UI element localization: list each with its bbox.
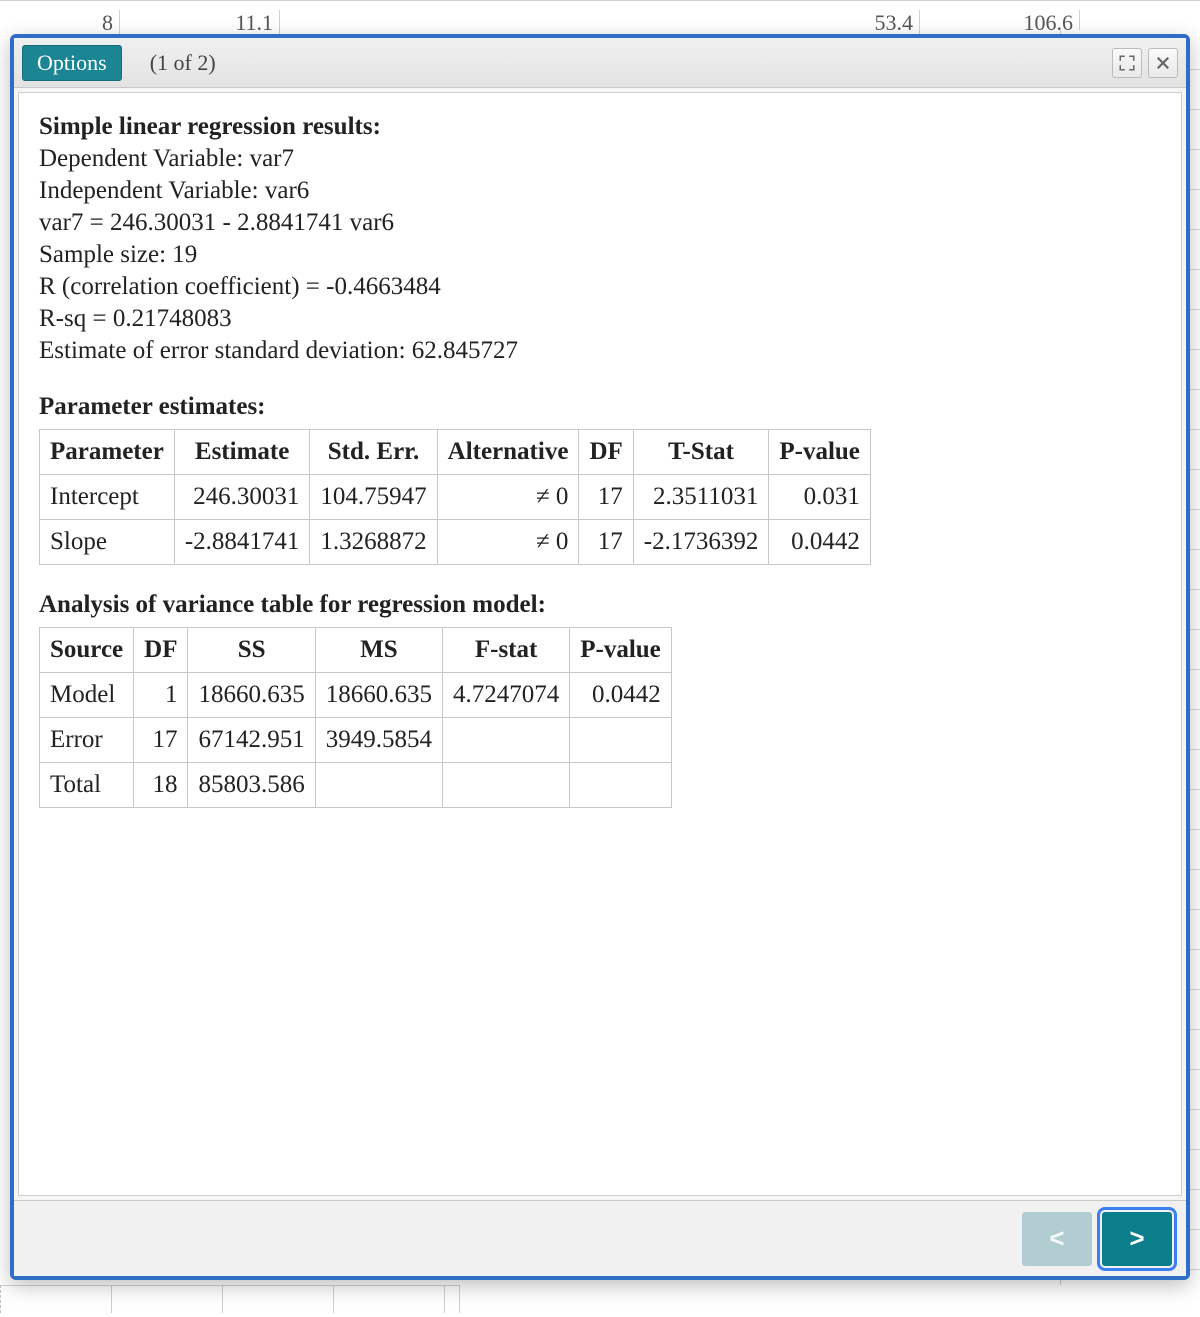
cell: Intercept — [40, 475, 175, 520]
table-row: Slope -2.8841741 1.3268872 ≠ 0 17 -2.173… — [40, 520, 871, 565]
parameter-estimates-table: Parameter Estimate Std. Err. Alternative… — [39, 429, 871, 565]
cell — [315, 763, 442, 808]
cell: 17 — [134, 718, 188, 763]
col-header: SS — [188, 628, 315, 673]
cell: 0.0442 — [570, 673, 672, 718]
cell: 1 — [134, 673, 188, 718]
cell: ≠ 0 — [437, 475, 579, 520]
cell: Total — [40, 763, 134, 808]
cell: 17 — [579, 475, 633, 520]
cell: Error — [40, 718, 134, 763]
err-sd-line: Estimate of error standard deviation: 62… — [39, 335, 1161, 367]
dep-var-line: Dependent Variable: var7 — [39, 143, 1161, 175]
col-header: DF — [579, 430, 633, 475]
cell: 17 — [579, 520, 633, 565]
anova-table: Source DF SS MS F-stat P-value Model 1 1… — [39, 627, 672, 808]
dialog-body: Simple linear regression results: Depend… — [18, 92, 1182, 1196]
table-row: Error 17 67142.951 3949.5854 — [40, 718, 672, 763]
cell — [570, 763, 672, 808]
col-header: Std. Err. — [310, 430, 437, 475]
page-indicator: (1 of 2) — [150, 50, 216, 76]
dialog-header: Options (1 of 2) — [14, 38, 1186, 88]
cell: -2.1736392 — [633, 520, 769, 565]
equation-line: var7 = 246.30031 - 2.8841741 var6 — [39, 207, 1161, 239]
cell — [570, 718, 672, 763]
cell: Model — [40, 673, 134, 718]
table-row: Model 1 18660.635 18660.635 4.7247074 0.… — [40, 673, 672, 718]
cell: -2.8841741 — [174, 520, 310, 565]
results-title: Simple linear regression results: — [39, 113, 381, 140]
cell: 104.75947 — [310, 475, 437, 520]
cell — [442, 718, 569, 763]
cell: ≠ 0 — [437, 520, 579, 565]
col-header: F-stat — [442, 628, 569, 673]
cell: 0.0442 — [769, 520, 871, 565]
col-header: Estimate — [174, 430, 310, 475]
cell — [442, 763, 569, 808]
prev-button[interactable]: < — [1022, 1212, 1092, 1266]
cell: 85803.586 — [188, 763, 315, 808]
cell: 0.031 — [769, 475, 871, 520]
rsq-line: R-sq = 0.21748083 — [39, 303, 1161, 335]
cell: Slope — [40, 520, 175, 565]
cell: 2.3511031 — [633, 475, 769, 520]
next-button[interactable]: > — [1102, 1212, 1172, 1266]
cell: 67142.951 — [188, 718, 315, 763]
options-button[interactable]: Options — [22, 45, 122, 81]
indep-var-line: Independent Variable: var6 — [39, 175, 1161, 207]
col-header: T-Stat — [633, 430, 769, 475]
col-header: Source — [40, 628, 134, 673]
col-header: MS — [315, 628, 442, 673]
cell: 4.7247074 — [442, 673, 569, 718]
r-line: R (correlation coefficient) = -0.4663484 — [39, 271, 1161, 303]
close-icon[interactable] — [1148, 48, 1178, 78]
cell: 3949.5854 — [315, 718, 442, 763]
expand-icon[interactable] — [1112, 48, 1142, 78]
cell: 18 — [134, 763, 188, 808]
dialog-footer: < > — [14, 1200, 1186, 1276]
param-section-title: Parameter estimates: — [39, 391, 1161, 423]
col-header: Alternative — [437, 430, 579, 475]
cell: 1.3268872 — [310, 520, 437, 565]
results-dialog: Options (1 of 2) Simple linear regressio… — [10, 34, 1190, 1280]
table-row: Intercept 246.30031 104.75947 ≠ 0 17 2.3… — [40, 475, 871, 520]
col-header: P-value — [570, 628, 672, 673]
anova-section-title: Analysis of variance table for regressio… — [39, 589, 1161, 621]
cell: 18660.635 — [188, 673, 315, 718]
table-row: Total 18 85803.586 — [40, 763, 672, 808]
col-header: Parameter — [40, 430, 175, 475]
col-header: DF — [134, 628, 188, 673]
cell: 18660.635 — [315, 673, 442, 718]
col-header: P-value — [769, 430, 871, 475]
bottom-strip — [0, 1285, 1200, 1317]
sample-size-line: Sample size: 19 — [39, 239, 1161, 271]
cell: 246.30031 — [174, 475, 310, 520]
